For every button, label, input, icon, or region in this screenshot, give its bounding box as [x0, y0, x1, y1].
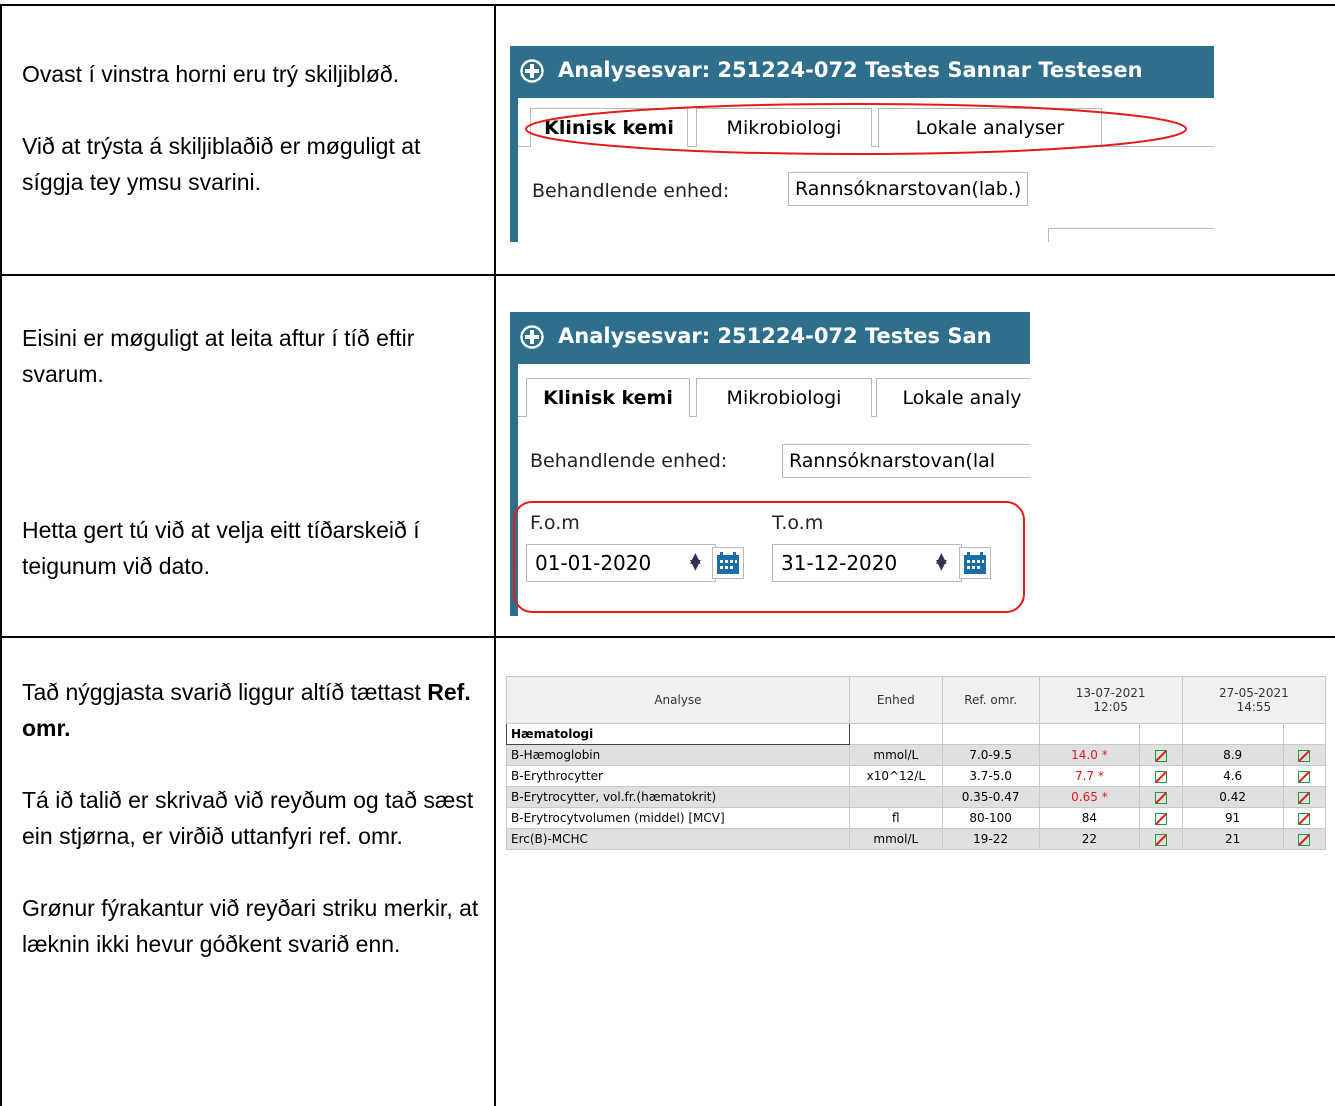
header-date-1[interactable]: 13-07-2021 12:05 [1038, 676, 1183, 724]
analyse-unit: x10^12/L [848, 765, 943, 787]
result-value-1: 0.65 * [1038, 786, 1141, 808]
screenshot-date-filter: Analysesvar: 251224-072 Testes San Klini… [510, 312, 1030, 616]
unapproved-result-icon[interactable] [1298, 833, 1311, 846]
result-value-1: 84 [1038, 807, 1141, 829]
header-enhed[interactable]: Enhed [848, 676, 943, 724]
analyse-unit [848, 786, 943, 808]
row2-paragraph-2: Hetta gert tú við at velja eitt tíðarske… [22, 517, 420, 579]
result-value-1: 14.0 * [1038, 744, 1141, 766]
analyse-name: B-Erythrocytter [506, 765, 850, 787]
analyse-ref: 3.7-5.0 [941, 765, 1040, 787]
analyse-ref: 7.0-9.5 [941, 744, 1040, 766]
unapproved-result-icon[interactable] [1155, 791, 1168, 804]
table-row[interactable]: Erc(B)-MCHC mmol/L 19-22 22 21 [506, 828, 1327, 850]
unapproved-result-icon[interactable] [1155, 812, 1168, 825]
screenshot-tabs: Analysesvar: 251224-072 Testes Sannar Te… [510, 46, 1214, 242]
group-label: Hæmatologi [506, 723, 850, 745]
unapproved-result-icon[interactable] [1155, 833, 1168, 846]
unapproved-result-icon[interactable] [1155, 749, 1168, 762]
row1-paragraph-2: Við at trýsta á skiljiblaðið er møguligt… [22, 133, 421, 195]
table-row[interactable]: B-Erythrocytter x10^12/L 3.7-5.0 7.7 * 4… [506, 765, 1327, 787]
analyse-unit: fl [848, 807, 943, 829]
table-row[interactable]: B-Erytrocytter, vol.fr.(hæmatokrit) 0.35… [506, 786, 1327, 808]
analyse-name: B-Erytrocytter, vol.fr.(hæmatokrit) [506, 786, 850, 808]
row3-paragraph-2: Tá ið talið er skrivað við reyðum og tað… [22, 787, 474, 849]
result-value-2: 0.42 [1181, 786, 1284, 808]
row1-paragraph-1: Ovast í vinstra horni eru trý skiljibløð… [22, 61, 400, 87]
row2-text-b: Hetta gert tú við at velja eitt tíðarske… [22, 512, 484, 584]
unapproved-result-icon[interactable] [1155, 770, 1168, 783]
table-row-divider-1 [0, 274, 1335, 276]
result-value-1: 7.7 * [1038, 765, 1141, 787]
header-ref-omr[interactable]: Ref. omr. [941, 676, 1040, 724]
header-date-2-time: 14:55 [1236, 700, 1272, 714]
header-date-2[interactable]: 27-05-2021 14:55 [1181, 676, 1327, 724]
analyse-ref: 19-22 [941, 828, 1040, 850]
analyse-name: B-Erytrocytvolumen (middel) [MCV] [506, 807, 850, 829]
table-border-left [0, 4, 2, 1106]
group-row: Hæmatologi [506, 723, 1327, 745]
table-row[interactable]: B-Hæmoglobin mmol/L 7.0-9.5 14.0 * 8.9 [506, 744, 1327, 766]
analyse-name: B-Hæmoglobin [506, 744, 850, 766]
unapproved-result-icon[interactable] [1298, 749, 1311, 762]
result-value-2: 8.9 [1181, 744, 1284, 766]
tabs-highlight-ellipse [525, 103, 1187, 155]
row1-text: Ovast í vinstra horni eru trý skiljibløð… [22, 56, 484, 200]
table-row[interactable]: B-Erytrocytvolumen (middel) [MCV] fl 80-… [506, 807, 1327, 829]
row3-text: Tað nýggjasta svarið liggur altíð tættas… [22, 674, 484, 962]
analyse-unit: mmol/L [848, 744, 943, 766]
table-border-top [0, 4, 1335, 6]
result-value-2: 4.6 [1181, 765, 1284, 787]
result-value-2: 91 [1181, 807, 1284, 829]
unapproved-result-icon[interactable] [1298, 812, 1311, 825]
table-header-row: Analyse Enhed Ref. omr. 13-07-2021 12:05 … [506, 676, 1327, 724]
analyse-ref: 80-100 [941, 807, 1040, 829]
analyse-ref: 0.35-0.47 [941, 786, 1040, 808]
table-row-divider-2 [0, 636, 1335, 638]
result-value-2: 21 [1181, 828, 1284, 850]
result-value-1: 22 [1038, 828, 1141, 850]
row2-text: Eisini er møguligt at leita aftur í tíð … [22, 320, 484, 392]
analyse-unit: mmol/L [848, 828, 943, 850]
row2-paragraph-1: Eisini er møguligt at leita aftur í tíð … [22, 325, 415, 387]
header-date-1-date: 13-07-2021 [1075, 686, 1146, 700]
row3-paragraph-3: Grønur fýrakantur við reyðari striku mer… [22, 895, 479, 957]
date-filter-highlight-box [513, 501, 1025, 613]
unapproved-result-icon[interactable] [1298, 770, 1311, 783]
results-table-screenshot: Analyse Enhed Ref. omr. 13-07-2021 12:05 … [506, 676, 1327, 850]
header-analyse[interactable]: Analyse [506, 676, 850, 724]
header-date-1-time: 12:05 [1093, 700, 1128, 714]
header-date-2-date: 27-05-2021 [1218, 686, 1289, 700]
analyse-name: Erc(B)-MCHC [506, 828, 850, 850]
row3-paragraph-1: Tað nýggjasta svarið liggur altíð tættas… [22, 674, 484, 746]
table-column-divider [494, 4, 496, 1106]
results-table: Analyse Enhed Ref. omr. 13-07-2021 12:05 … [506, 676, 1327, 850]
row3-paragraph-1-text: Tað nýggjasta svarið liggur altíð tættas… [22, 679, 428, 705]
unapproved-result-icon[interactable] [1298, 791, 1311, 804]
